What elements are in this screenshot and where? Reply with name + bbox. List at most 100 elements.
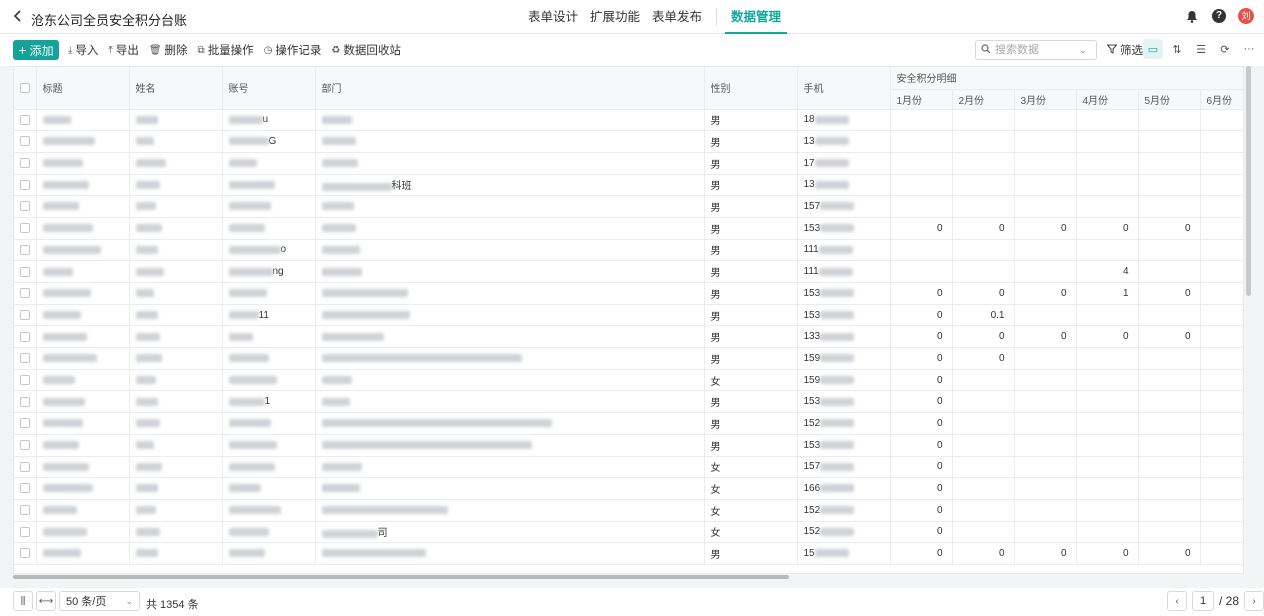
cell-gender[interactable]: 男 [704, 304, 798, 327]
cell-month-value[interactable] [952, 521, 1015, 544]
cell-name[interactable] [129, 477, 223, 500]
cell-gender[interactable]: 男 [704, 152, 798, 175]
cell-month-value[interactable] [1014, 304, 1077, 327]
cell-month-value[interactable]: 0 [890, 347, 953, 370]
cell-name[interactable] [129, 239, 223, 262]
cell-account[interactable]: u [222, 109, 316, 132]
table-row[interactable]: 女 166 0 [14, 477, 1243, 500]
cell-dept[interactable] [315, 217, 705, 240]
row-checkbox[interactable] [20, 353, 30, 364]
cell-month-value[interactable] [1014, 130, 1077, 153]
next-page-icon[interactable]: › [1244, 591, 1264, 611]
cell-month-value[interactable] [952, 260, 1015, 283]
cell-name[interactable] [129, 304, 223, 327]
cell-month-value[interactable] [1014, 390, 1077, 414]
cell-month-value[interactable]: 0 [1138, 542, 1201, 565]
cell-month-value[interactable] [1138, 521, 1201, 544]
row-checkbox[interactable] [20, 179, 30, 190]
cell-name[interactable] [129, 412, 223, 435]
row-checkbox[interactable] [20, 309, 30, 320]
row-checkbox[interactable] [20, 331, 30, 342]
cell-name[interactable] [129, 434, 223, 457]
cell-month-value[interactable] [1200, 412, 1243, 435]
cell-month-value[interactable]: 0 [890, 304, 953, 327]
cell-month-value[interactable] [1076, 477, 1139, 500]
cell-month-value[interactable] [1138, 347, 1201, 370]
col-header-month[interactable]: 1月份 [890, 89, 953, 110]
cell-month-value[interactable]: 4 [1076, 260, 1139, 283]
table-row[interactable]: G 男 13 [14, 130, 1243, 153]
cell-month-value[interactable] [1014, 195, 1077, 218]
cell-month-value[interactable]: 0 [1076, 542, 1139, 565]
col-header-month[interactable]: 3月份 [1014, 89, 1077, 110]
cell-month-value[interactable] [1014, 499, 1077, 522]
cell-month-value[interactable] [1200, 521, 1243, 544]
cell-month-value[interactable] [952, 369, 1015, 392]
table-row[interactable]: 11 男 153 0 0.1 [14, 304, 1243, 327]
cell-month-value[interactable]: 0 [890, 434, 953, 457]
cell-account[interactable] [222, 217, 316, 240]
cell-month-value[interactable] [1076, 347, 1139, 370]
cell-month-value[interactable] [1138, 390, 1201, 414]
tab-form-design[interactable]: 表单设计 [522, 0, 584, 34]
cell-month-value[interactable] [1138, 195, 1201, 218]
cell-month-value[interactable] [1200, 477, 1243, 500]
cell-month-value[interactable] [1014, 109, 1077, 132]
cell-month-value[interactable]: 0 [1076, 325, 1139, 349]
cell-month-value[interactable]: 0 [1138, 282, 1201, 305]
cell-title[interactable] [36, 260, 130, 283]
cell-month-value[interactable] [1014, 434, 1077, 457]
cell-dept[interactable] [315, 304, 705, 327]
cell-month-value[interactable] [1138, 109, 1201, 132]
table-row[interactable]: 女 159 0 [14, 369, 1243, 392]
expand-columns-icon[interactable]: ⟷ [36, 591, 56, 611]
cell-month-value[interactable] [952, 434, 1015, 457]
row-checkbox[interactable] [20, 440, 30, 451]
cell-month-value[interactable] [1076, 304, 1139, 327]
cell-phone[interactable]: 15 [797, 542, 891, 565]
cell-title[interactable] [36, 477, 130, 500]
cell-title[interactable] [36, 130, 130, 153]
cell-month-value[interactable] [1200, 239, 1243, 262]
refresh-icon[interactable]: ⟳ [1215, 39, 1235, 59]
columns-icon[interactable]: ☰ [1191, 39, 1211, 59]
cell-title[interactable] [36, 174, 130, 197]
cell-month-value[interactable] [1200, 542, 1243, 565]
cell-month-value[interactable] [1138, 239, 1201, 262]
cell-account[interactable] [222, 174, 316, 197]
cell-month-value[interactable] [952, 130, 1015, 153]
cell-month-value[interactable]: 0 [1014, 542, 1077, 565]
cell-title[interactable] [36, 347, 130, 370]
table-row[interactable]: 男 15 0 0 0 0 0 [14, 542, 1243, 565]
col-header-name[interactable]: 姓名 [129, 67, 223, 110]
cell-name[interactable] [129, 152, 223, 175]
vertical-scrollbar[interactable] [1246, 66, 1251, 296]
row-checkbox[interactable] [20, 483, 30, 494]
cell-month-value[interactable] [1200, 434, 1243, 457]
table-row[interactable]: 男 157 [14, 195, 1243, 218]
cell-dept[interactable] [315, 542, 705, 565]
cell-name[interactable] [129, 542, 223, 565]
cell-account[interactable]: G [222, 130, 316, 153]
cell-gender[interactable]: 女 [704, 521, 798, 544]
cell-month-value[interactable] [952, 477, 1015, 500]
cell-month-value[interactable] [1200, 390, 1243, 414]
cell-month-value[interactable] [1076, 521, 1139, 544]
cell-title[interactable] [36, 499, 130, 522]
cell-month-value[interactable] [1014, 369, 1077, 392]
table-row[interactable]: ng 男 111 4 [14, 260, 1243, 283]
cell-month-value[interactable] [1138, 304, 1201, 327]
table-row[interactable]: u 男 18 [14, 109, 1243, 132]
tab-extensions[interactable]: 扩展功能 [584, 0, 646, 34]
cell-title[interactable] [36, 239, 130, 262]
export-button[interactable]: ⤒ 导出 [108, 41, 138, 59]
cell-title[interactable] [36, 542, 130, 565]
tab-data-management[interactable]: 数据管理 [725, 0, 788, 34]
horizontal-scrollbar[interactable] [13, 575, 789, 579]
cell-month-value[interactable] [1200, 325, 1243, 349]
cell-account[interactable] [222, 369, 316, 392]
cell-phone[interactable]: 153 [797, 282, 891, 305]
cell-phone[interactable]: 157 [797, 195, 891, 218]
filter-button[interactable]: 筛选 [1106, 42, 1143, 58]
cell-month-value[interactable] [1200, 174, 1243, 197]
